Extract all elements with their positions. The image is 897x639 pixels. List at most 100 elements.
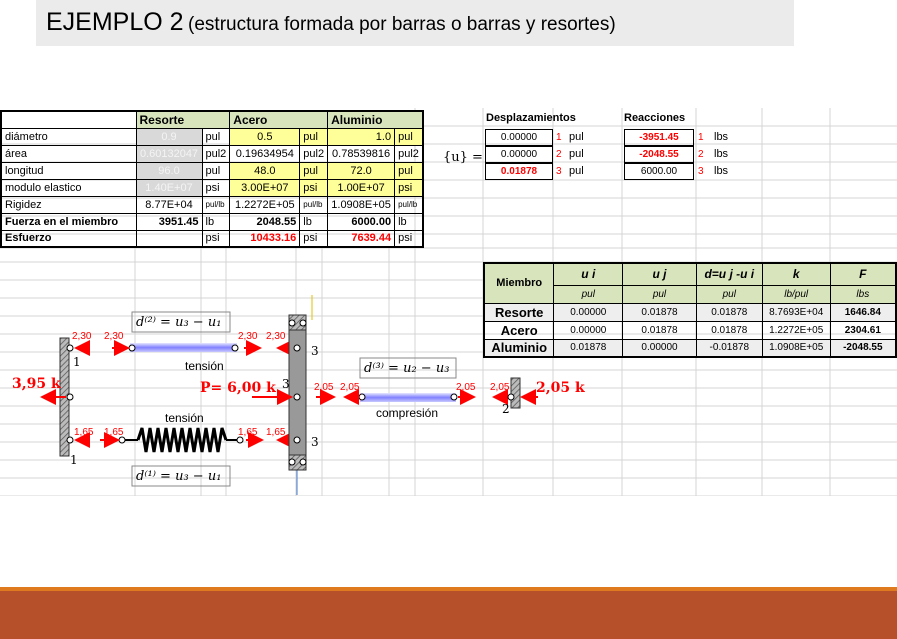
node-label-1-bottom: 1	[70, 453, 78, 467]
input-cell[interactable]: 0.5	[229, 127, 301, 146]
title-subtitle: (estructura formada por barras o barras …	[188, 14, 616, 35]
force-label: 2,05	[456, 382, 476, 393]
equation-d2: d⁽²⁾ = u₃ − u₁	[136, 315, 221, 330]
value-cell[interactable]: 1.2272E+05	[229, 195, 301, 214]
value-cell[interactable]: 10433.16	[229, 229, 301, 248]
unit-cell: psi	[299, 178, 329, 197]
input-cell[interactable]: 72.0	[327, 161, 396, 180]
reaction-value[interactable]: -3951.45	[624, 129, 694, 146]
displacement-index: 2	[556, 149, 562, 160]
unit-cell: pul/lb	[299, 195, 329, 214]
value-cell[interactable]: 3951.45	[135, 212, 203, 231]
node-label-2: 2	[502, 402, 510, 416]
displacement-value[interactable]: 0.00000	[485, 129, 553, 146]
force-label: 2,05	[314, 382, 334, 393]
value-cell[interactable]: 0.01878	[622, 320, 697, 340]
steel-bar-end-left	[128, 344, 136, 352]
value-cell[interactable]: 0.01878	[695, 320, 763, 340]
value-cell[interactable]: 8.7693E+04	[761, 302, 831, 322]
unit-cell: psi	[201, 229, 231, 248]
node-2	[507, 393, 515, 401]
node-1-bottom	[66, 436, 74, 444]
displacement-value[interactable]: 0.01878	[485, 163, 553, 180]
col-header-aluminio: Aluminio	[327, 110, 424, 129]
roller	[288, 458, 296, 466]
structure-diagram: 1 1 3,95 k d⁽²⁾ = u₃ − u₁ 2,30 2,30 2,30…	[12, 295, 585, 495]
input-cell[interactable]: 0.60132047	[135, 144, 203, 163]
row-label: área	[0, 144, 137, 163]
unit-cell: pul/lb	[201, 195, 231, 214]
value-cell[interactable]	[135, 229, 203, 248]
reaction-unit: lbs	[714, 148, 729, 160]
row-label: diámetro	[0, 127, 137, 146]
reactions-header: Reacciones	[624, 112, 686, 124]
row-label: Fuerza en el miembro	[0, 212, 137, 231]
col-header-f: F	[829, 262, 897, 286]
unit-cell: lb	[394, 212, 424, 231]
value-cell[interactable]: 1.0908E+05	[327, 195, 396, 214]
node-1-mid	[66, 393, 74, 401]
node-3-bottom	[293, 436, 301, 444]
value-cell[interactable]: -2048.55	[829, 338, 897, 358]
value-cell[interactable]: 0.01878	[695, 302, 763, 322]
unit-cell: pul2	[394, 144, 424, 163]
force-label: 2,30	[72, 331, 92, 342]
input-cell[interactable]: 48.0	[229, 161, 301, 180]
input-cell[interactable]: 1.00E+07	[327, 178, 396, 197]
value-cell[interactable]: -0.01878	[695, 338, 763, 358]
value-cell[interactable]: 1646.84	[829, 302, 897, 322]
value-cell[interactable]: 8.77E+04	[135, 195, 203, 214]
roller	[299, 458, 307, 466]
col-header-k: k	[761, 262, 831, 286]
unit-cell: pul	[201, 161, 231, 180]
input-cell[interactable]: 0.9	[135, 127, 203, 146]
input-cell[interactable]: 1.0	[327, 127, 396, 146]
displacement-unit: pul	[569, 165, 584, 177]
value-cell[interactable]: 2048.55	[229, 212, 301, 231]
value-cell[interactable]: 1.0908E+05	[761, 338, 831, 358]
unit-cell: lb/pul	[761, 284, 831, 304]
col-header-resorte: Resorte	[135, 110, 231, 129]
input-cell[interactable]: 3.00E+07	[229, 178, 301, 197]
value-cell[interactable]: 0.78539816	[327, 144, 396, 163]
table-row: modulo elastico 1.40E+07 psi 3.00E+07 ps…	[0, 178, 424, 197]
node-label-1-top: 1	[73, 355, 81, 369]
roller	[288, 319, 296, 327]
value-cell[interactable]: 7639.44	[327, 229, 396, 248]
value-cell[interactable]: 6000.00	[327, 212, 396, 231]
value-cell[interactable]: 0.01878	[622, 302, 697, 322]
unit-cell: psi	[394, 178, 424, 197]
table-row: diámetro 0.9 pul 0.5 pul 1.0 pul	[0, 127, 424, 146]
unit-cell: lb	[299, 212, 329, 231]
input-cell[interactable]: 1.40E+07	[135, 178, 203, 197]
input-cell[interactable]: 96.0	[135, 161, 203, 180]
unit-cell: psi	[394, 229, 424, 248]
node-label-3-mid: 3	[282, 377, 290, 391]
reaction-unit: lbs	[714, 165, 729, 177]
value-cell[interactable]: 1.2272E+05	[761, 320, 831, 340]
spring	[136, 427, 228, 453]
reaction-left-label: 3,95 k	[12, 376, 61, 392]
reaction-value[interactable]: 6000.00	[624, 163, 694, 180]
reaction-index: 3	[698, 166, 704, 177]
value-cell[interactable]: 0.19634954	[229, 144, 301, 163]
reaction-value[interactable]: -2048.55	[624, 146, 694, 163]
unit-cell: psi	[299, 229, 329, 248]
unit-cell: pul/lb	[394, 195, 424, 214]
node-1-top	[66, 344, 74, 352]
compression-label: compresión	[376, 406, 438, 420]
value-cell[interactable]: 2304.61	[829, 320, 897, 340]
table-row: longitud 96.0 pul 48.0 pul 72.0 pul	[0, 161, 424, 180]
node-3-mid	[293, 393, 301, 401]
displacement-value[interactable]: 0.00000	[485, 146, 553, 163]
unit-cell: psi	[201, 178, 231, 197]
unit-cell: lbs	[829, 284, 897, 304]
value-cell[interactable]: 0.00000	[622, 338, 697, 358]
title-banner: EJEMPLO 2 (estructura formada por barras…	[36, 0, 794, 46]
table-row: Esfuerzo psi 10433.16 psi 7639.44 psi	[0, 229, 424, 248]
displacement-vector-symbol: {u} =	[443, 150, 483, 165]
displacement-unit: pul	[569, 148, 584, 160]
load-label: P= 6,00 k	[200, 380, 276, 396]
unit-cell: pul	[299, 161, 329, 180]
unit-cell: pul	[622, 284, 697, 304]
